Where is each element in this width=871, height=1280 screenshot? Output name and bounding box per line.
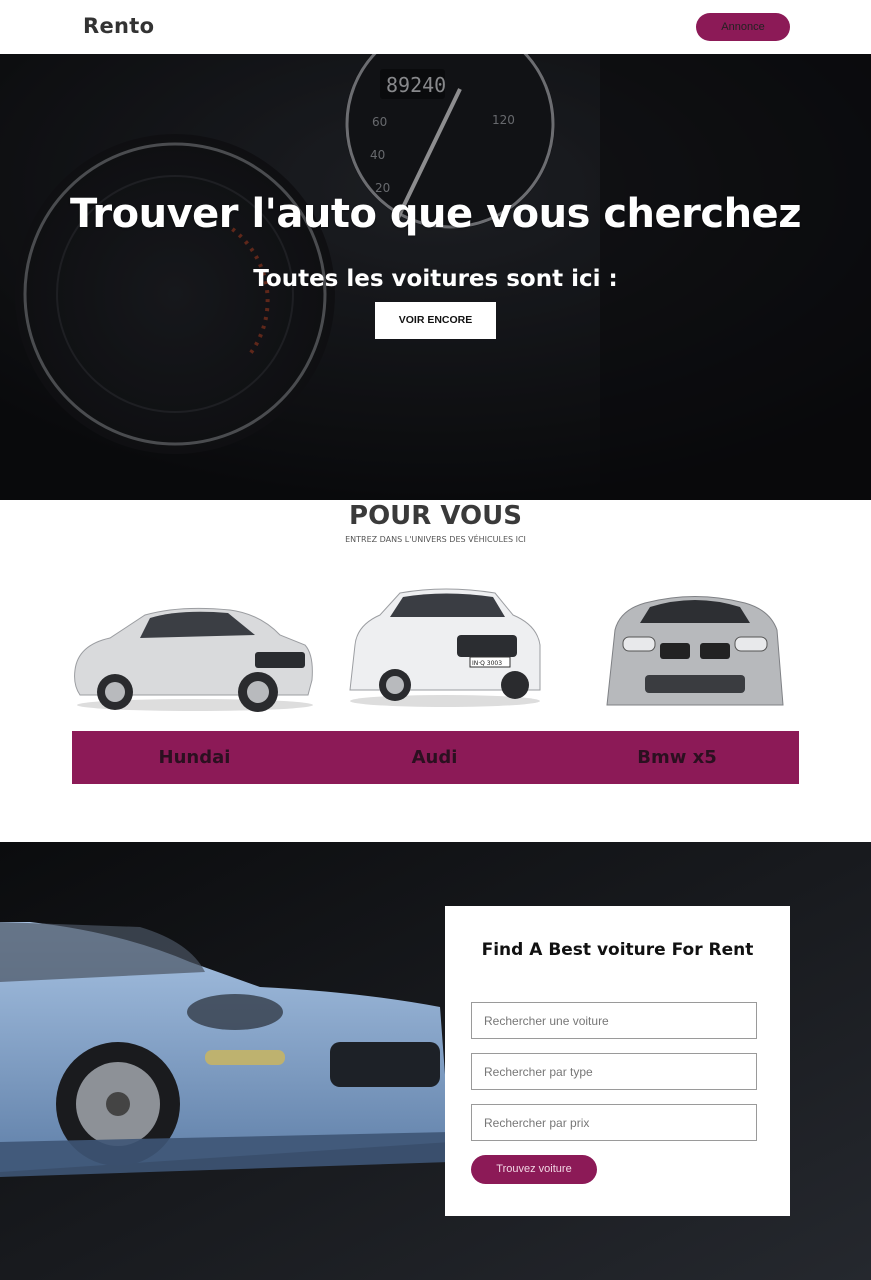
section-title: POUR VOUS — [349, 501, 522, 531]
search-card: Find A Best voiture For Rent Trouvez voi… — [445, 906, 790, 1216]
search-card-title: Find A Best voiture For Rent — [481, 940, 754, 960]
hero-section: 89240 60 40 20 120 Trouver l'auto que vous … — [0, 54, 871, 500]
bmw-car-image[interactable] — [605, 585, 785, 712]
search-section: Find A Best voiture For Rent Trouvez voi… — [0, 842, 871, 1280]
brand-bar: Hundai Audi Bmw x5 — [72, 731, 799, 784]
search-price-input[interactable] — [471, 1104, 757, 1141]
hyundai-car-image[interactable] — [70, 600, 315, 715]
license-plate-text: IN·Q 3003 — [472, 660, 502, 667]
top-navbar: Rento Annonce — [0, 0, 871, 54]
search-car-input[interactable] — [471, 1002, 757, 1039]
audi-car-image[interactable]: IN·Q 3003 — [345, 585, 545, 710]
annonce-button[interactable]: Annonce — [696, 13, 790, 41]
find-car-button[interactable]: Trouvez voiture — [471, 1155, 597, 1184]
site-logo[interactable]: Rento — [83, 14, 154, 38]
hero-title: Trouver l'auto que vous cherchez — [70, 191, 801, 237]
brand-label-bmw[interactable]: Bmw x5 — [617, 731, 737, 784]
section-subtitle: ENTREZ DANS L'UNIVERS DES VÉHICULES ICI — [345, 535, 526, 544]
voir-encore-button[interactable]: VOIR ENCORE — [375, 302, 496, 339]
hero-subtitle: Toutes les voitures sont ici : — [253, 266, 618, 292]
search-type-input[interactable] — [471, 1053, 757, 1090]
brand-label-hundai[interactable]: Hundai — [132, 731, 257, 784]
brand-label-audi[interactable]: Audi — [372, 731, 497, 784]
